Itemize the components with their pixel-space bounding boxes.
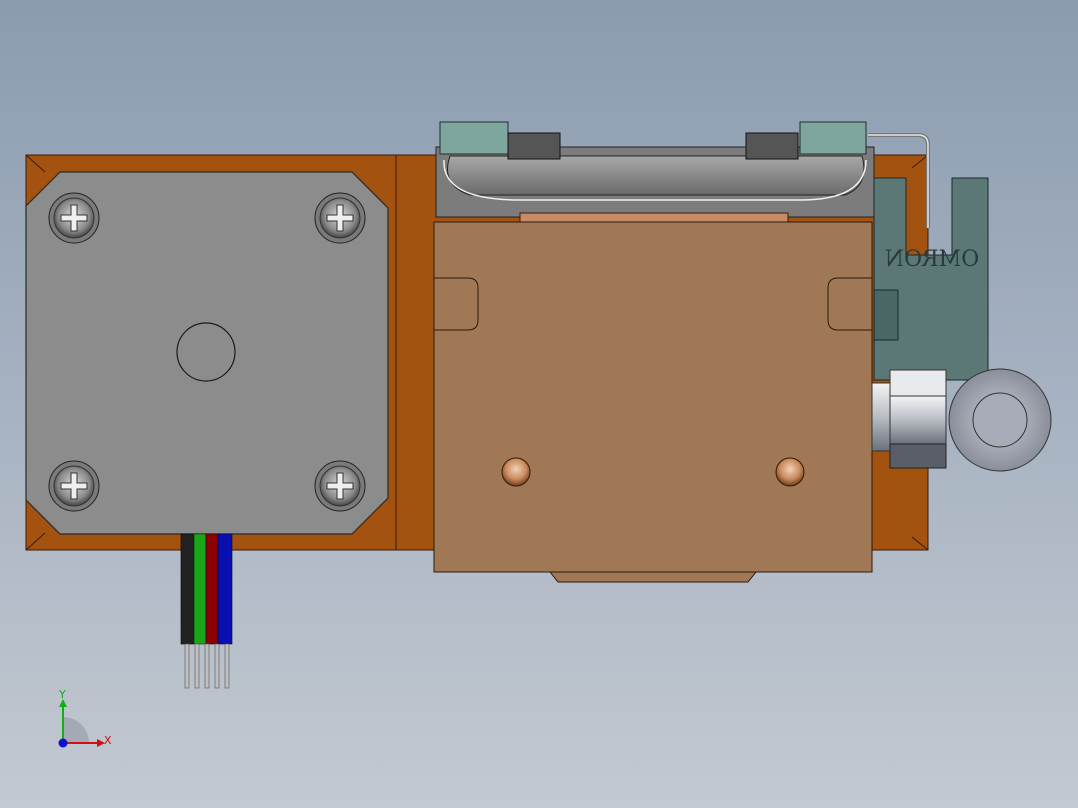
rail-guide	[435, 121, 875, 226]
pipe-fitting	[871, 368, 1052, 472]
phillips-screw-icon	[314, 460, 366, 512]
triad-axis-icon[interactable]	[58, 699, 106, 748]
mount-hole	[501, 457, 531, 487]
mount-hole	[775, 457, 805, 487]
motor-shaft-boss	[176, 322, 236, 382]
cad-viewport[interactable]: OMRON X Y	[0, 0, 1078, 808]
phillips-screw-icon	[314, 192, 366, 244]
motor-wires	[180, 533, 233, 689]
cad-model-view: OMRON X Y	[25, 121, 1052, 748]
omron-brand-label: OMRON	[885, 247, 979, 272]
carriage-block	[433, 221, 873, 583]
phillips-screw-icon	[48, 460, 100, 512]
phillips-screw-icon	[48, 192, 100, 244]
axis-y-label: Y	[58, 688, 66, 701]
axis-x-label: X	[104, 734, 112, 747]
